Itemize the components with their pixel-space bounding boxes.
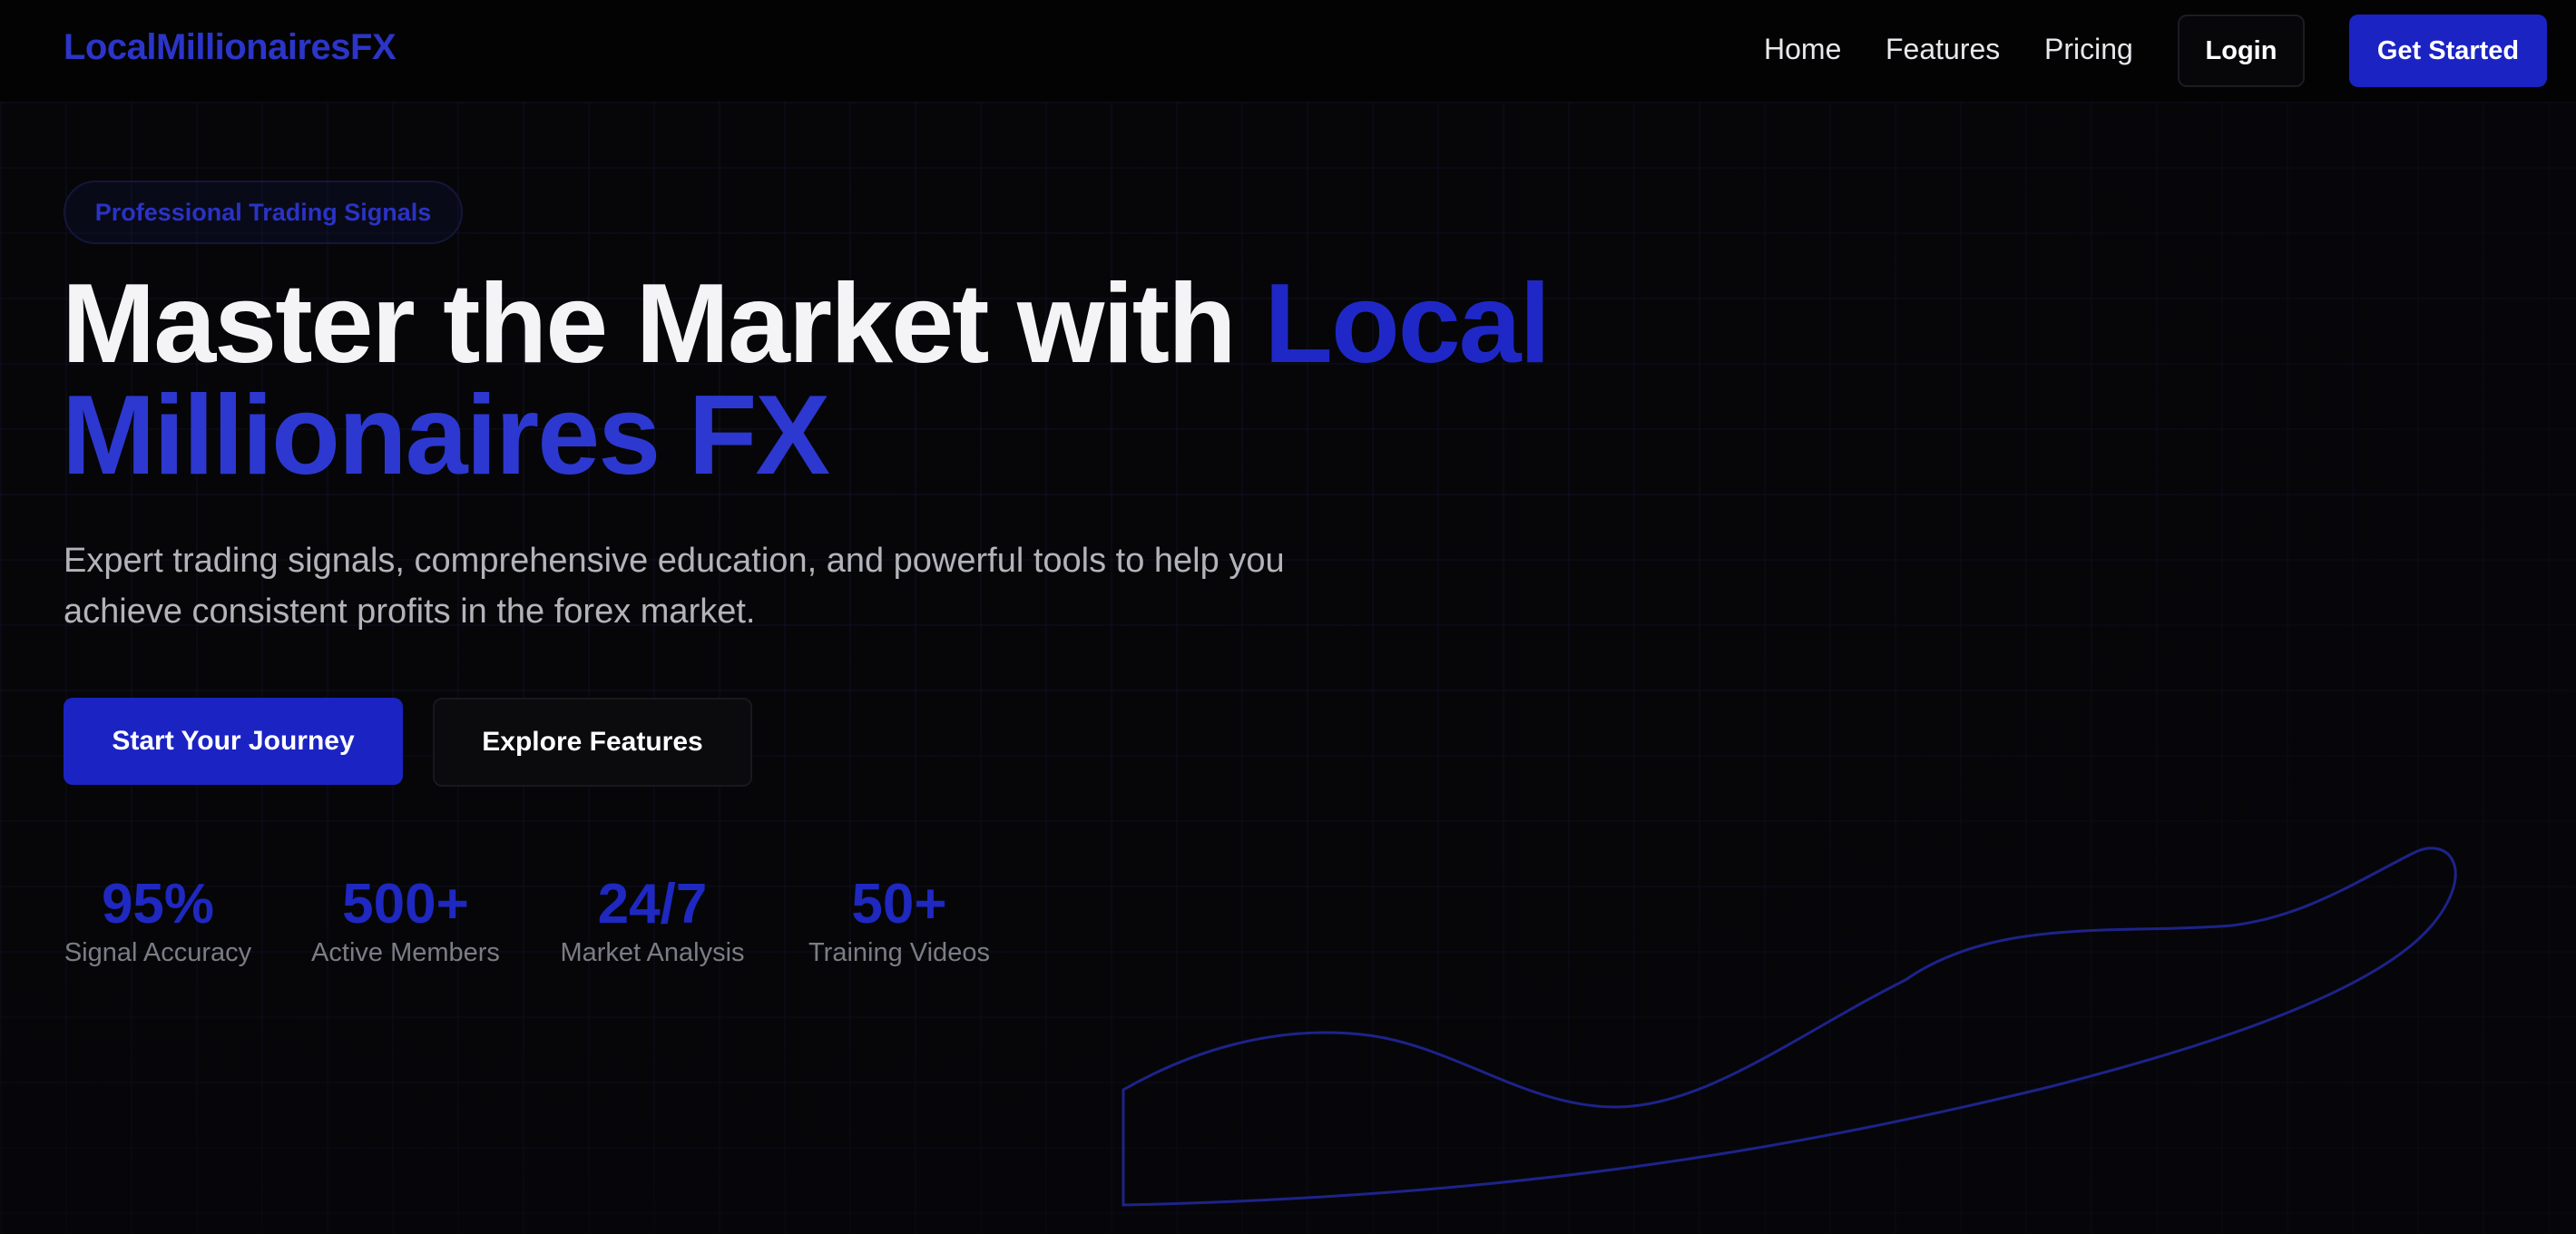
- stat-label: Signal Accuracy: [64, 938, 252, 967]
- stat-training-videos: 50+ Training Videos: [808, 873, 990, 969]
- stat-label: Market Analysis: [560, 938, 745, 967]
- hero-section: Professional Trading Signals Master the …: [0, 0, 2576, 1234]
- login-button[interactable]: Login: [2178, 15, 2305, 87]
- nav-link-pricing[interactable]: Pricing: [2044, 33, 2133, 66]
- hero-badge: Professional Trading Signals: [64, 181, 463, 244]
- landing-page: LocalMillionairesFX Home Features Pricin…: [0, 0, 2576, 1234]
- nav-link-home[interactable]: Home: [1764, 33, 1841, 66]
- stat-signal-accuracy: 95% Signal Accuracy: [64, 873, 252, 969]
- stat-value: 24/7: [597, 873, 708, 935]
- explore-features-button[interactable]: Explore Features: [433, 698, 752, 787]
- top-navbar: LocalMillionairesFX Home Features Pricin…: [0, 0, 2576, 102]
- headline-part-local: Local: [1264, 261, 1551, 387]
- stat-label: Training Videos: [808, 938, 990, 967]
- brand-logo[interactable]: LocalMillionairesFX: [64, 27, 397, 68]
- stat-market-analysis: 24/7 Market Analysis: [560, 873, 745, 969]
- headline-part-white: Master the Market with: [62, 261, 1265, 387]
- stat-label: Active Members: [311, 938, 500, 967]
- stat-value: 50+: [851, 873, 947, 935]
- hero-headline: Master the Market with Local Millionaire…: [62, 268, 1604, 492]
- stat-value: 95%: [101, 873, 215, 935]
- hero-subtitle: Expert trading signals, comprehensive ed…: [64, 542, 1285, 631]
- start-journey-button[interactable]: Start Your Journey: [64, 698, 403, 785]
- nav-link-features[interactable]: Features: [1885, 33, 2000, 66]
- stat-value: 500+: [342, 873, 469, 935]
- headline-part-millionaires: Millionaires FX: [62, 373, 830, 498]
- get-started-button[interactable]: Get Started: [2349, 15, 2547, 87]
- stat-active-members: 500+ Active Members: [310, 873, 501, 969]
